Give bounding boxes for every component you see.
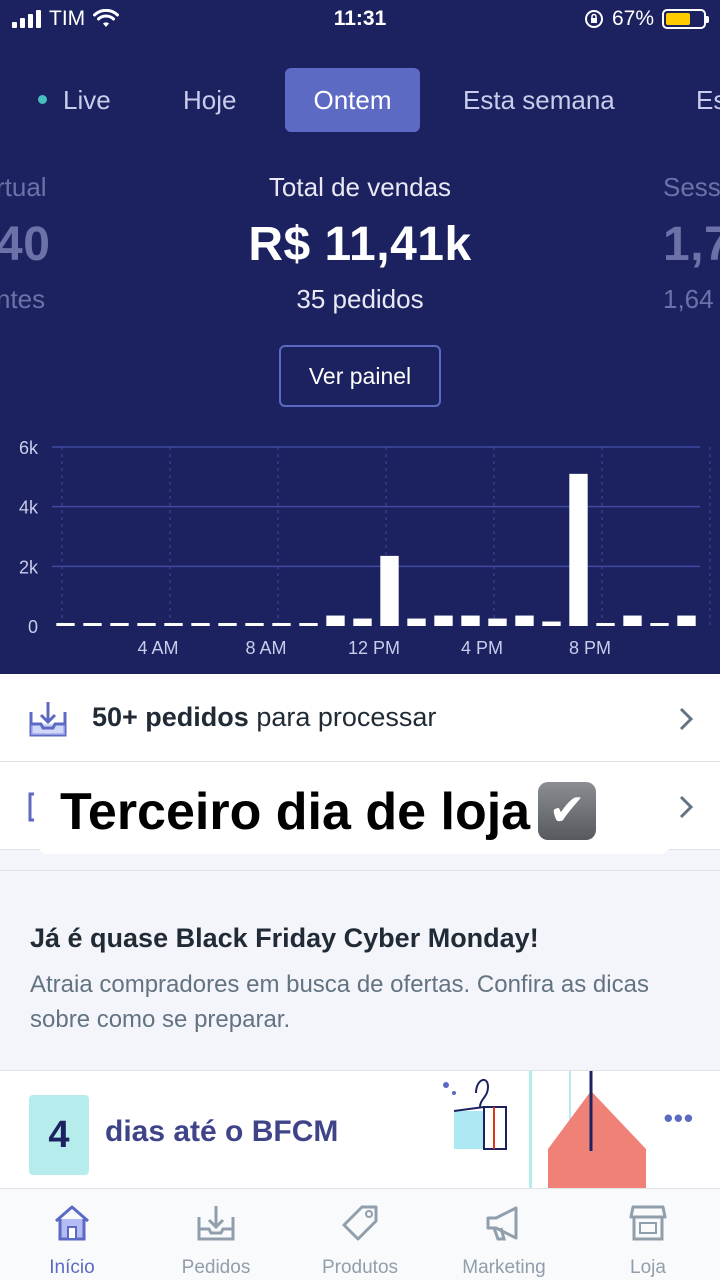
chart-bar [191,623,210,626]
sales-chart: 6k 4k 2k 0 4 AM 8 AM 12 PM 4 PM 8 PM [19,438,711,658]
promo-body: Atraia compradores em busca de ofertas. … [30,971,649,1033]
x-tick-label: 4 PM [461,638,503,658]
orders-download-icon [29,702,67,737]
bfcm-countdown-text: dias até o BFCM [105,1115,339,1148]
chart-bar [677,615,696,626]
battery-percent: 67% [611,7,654,30]
chart-bar [326,615,345,626]
chart-bar [596,623,615,626]
chart-bar [245,623,264,626]
nav-marketing[interactable]: Marketing [432,1189,576,1280]
gift-tag-illustration [443,1071,646,1188]
chart-bar [515,615,534,626]
nav-produtos[interactable]: Produtos [288,1189,432,1280]
stat-right[interactable]: Sess 1,7 1,64 [663,172,720,315]
nav-pedidos[interactable]: Pedidos [144,1189,288,1280]
total-sales-value: R$ 11,41k [248,218,472,271]
stat-total-sales[interactable]: Total de vendas R$ 11,41k 35 pedidos [160,172,560,315]
bfcm-promo-card[interactable]: Já é quase Black Friday Cyber Monday! At… [0,870,720,1070]
chart-bar [380,555,399,626]
chart-bar [569,473,588,626]
tab-next[interactable]: Es [696,68,720,132]
caption-text: Terceiro dia de loja [60,783,531,841]
more-options-icon[interactable]: ••• [664,1103,694,1134]
tag-icon [342,1205,378,1241]
chart-bar [542,621,561,626]
chart-bar [110,623,129,626]
tab-hoje[interactable]: Hoje [183,68,236,132]
caption-overlay: Terceiro dia de loja ✔ [38,770,670,854]
view-dashboard-button[interactable]: Ver painel [279,345,441,407]
y-tick-label: 6k [19,438,39,458]
tab-ontem[interactable]: Ontem [285,68,420,132]
y-tick-label: 0 [28,617,38,637]
bottom-navigation: Início Pedidos Produtos Marketing Loja [0,1188,720,1280]
bfcm-days-count: 4 [29,1095,89,1175]
status-bar: TIM 11:31 67% [0,0,720,40]
orders-count-bold: 50+ pedidos [92,702,249,732]
chart-bar [407,618,426,626]
chart-bar [137,623,156,626]
total-sales-label: Total de vendas [268,172,452,202]
rotation-lock-icon [584,10,603,28]
chart-bar [488,618,507,626]
period-tabs: Live Hoje Ontem Esta semana Es [0,68,720,132]
chart-bar [56,623,75,626]
y-tick-label: 2k [19,557,39,577]
orders-suffix: para processar [248,702,437,732]
tab-live[interactable]: Live [38,68,111,132]
check-mark-icon: ✔ [538,782,597,841]
chart-bar [650,623,669,626]
hero-panel: TIM 11:31 67% Live Hoje Ontem Esta seman… [0,0,720,674]
orders-to-process-row[interactable]: 50+ pedidos para processar [0,674,720,762]
x-tick-label: 8 PM [569,638,611,658]
chart-bar [461,615,480,626]
chart-bar [299,623,318,626]
promo-title: Já é quase Black Friday Cyber Monday! [30,923,539,953]
x-tick-label: 12 PM [348,638,400,658]
orders-icon [197,1206,235,1241]
chart-bar [164,623,183,626]
megaphone-icon [486,1206,518,1241]
chart-bar [83,623,102,626]
chart-bar [272,623,291,626]
store-icon [629,1205,667,1241]
x-tick-label: 4 AM [137,638,178,658]
chart-bar [353,618,372,626]
nav-loja[interactable]: Loja [576,1189,720,1280]
live-dot-icon [38,94,47,104]
chevron-right-icon [679,795,694,819]
orders-count: 35 pedidos [296,284,424,314]
tab-esta-semana[interactable]: Esta semana [463,68,615,132]
chart-bar [434,615,453,626]
battery-icon [662,9,709,29]
bfcm-countdown-card[interactable]: 4 dias até o BFCM ••• [0,1070,720,1188]
chart-bar [623,615,642,626]
chevron-right-icon [679,707,694,731]
row-icon-partial [28,792,34,822]
nav-inicio[interactable]: Início [0,1189,144,1280]
chart-bar [218,623,237,626]
stat-left[interactable]: rtual 40 ntes [0,172,50,315]
x-tick-label: 8 AM [245,638,286,658]
home-icon [55,1205,89,1241]
y-tick-label: 4k [19,498,39,518]
